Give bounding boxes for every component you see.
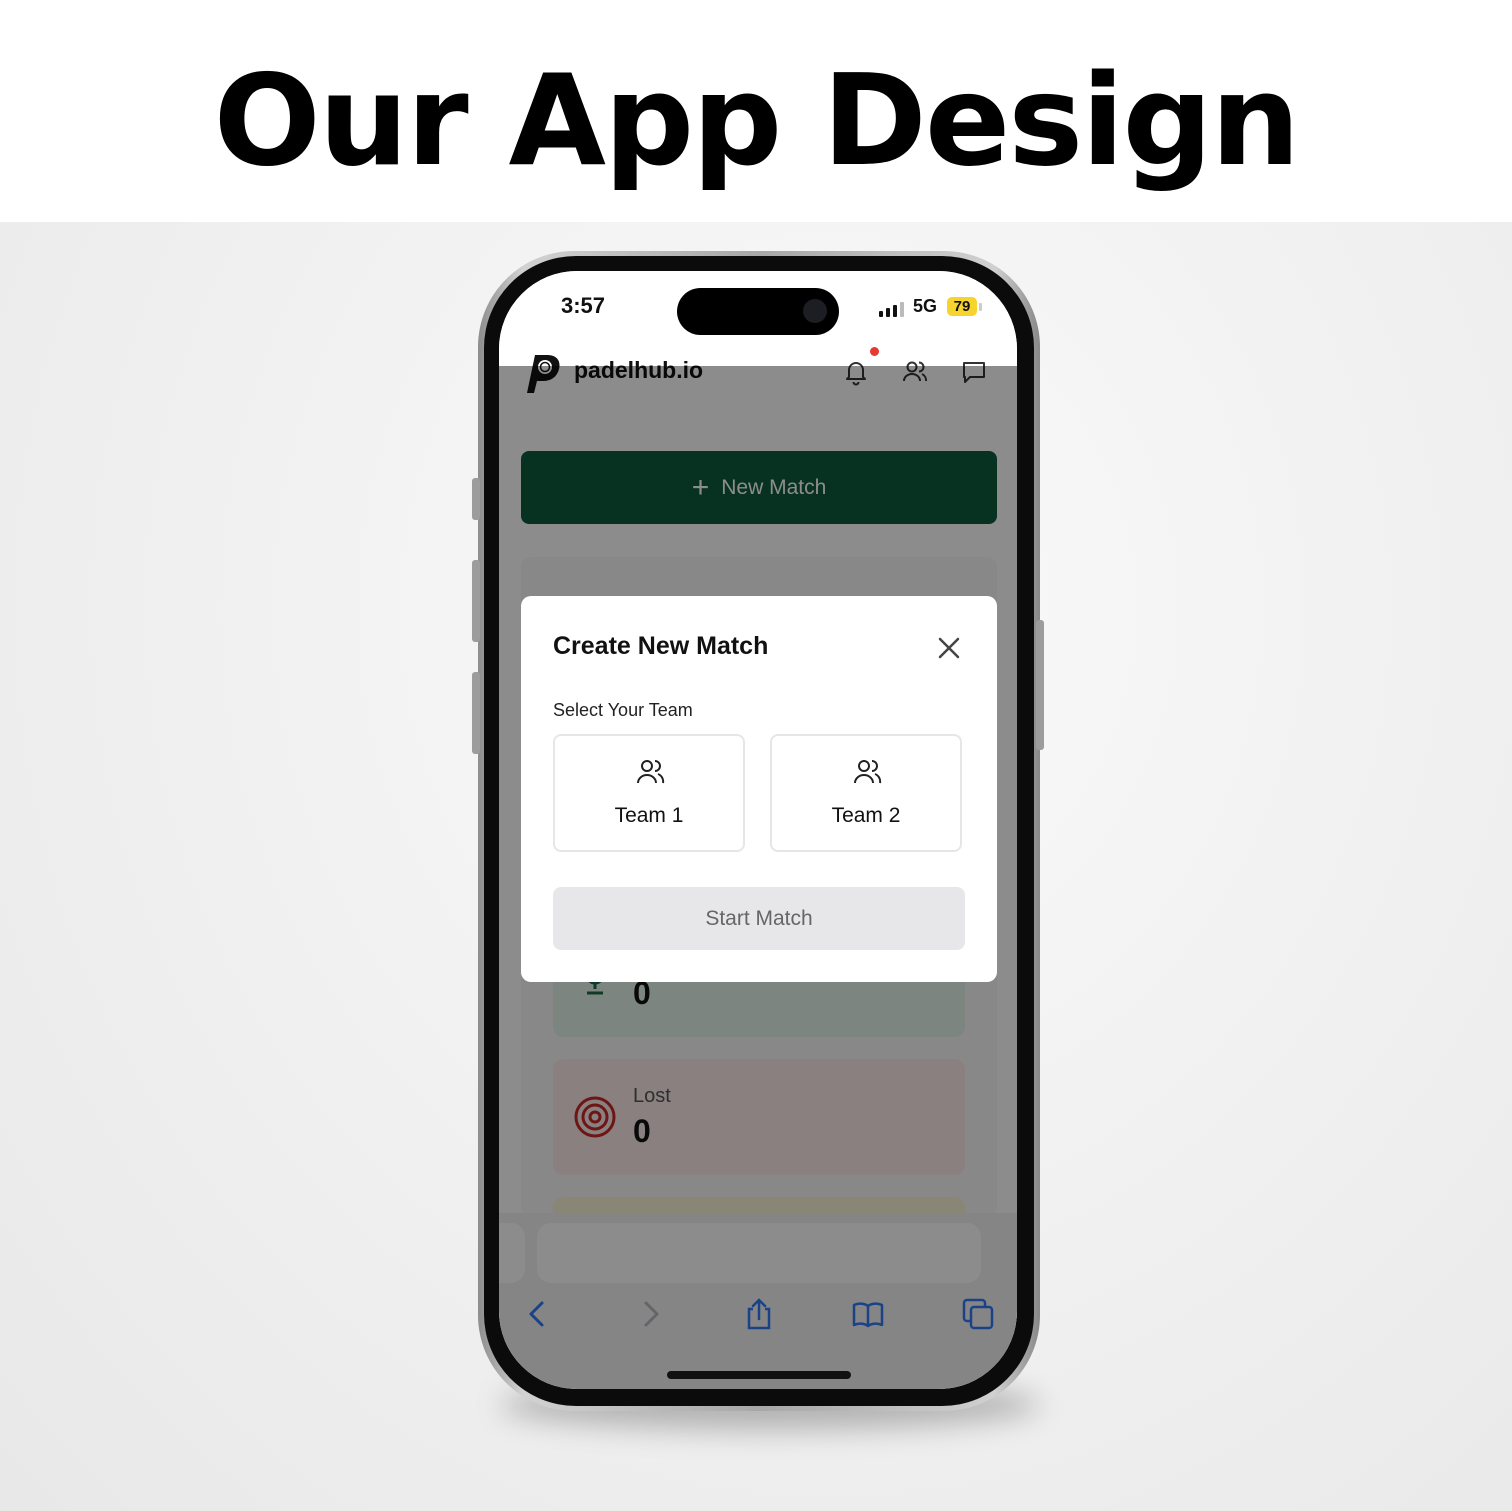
- modal-title: Create New Match: [553, 632, 769, 660]
- close-icon[interactable]: [931, 630, 967, 666]
- battery-tip: [979, 303, 982, 311]
- headline-banner: Our App Design: [0, 0, 1512, 222]
- team-2-option[interactable]: Team 2: [770, 734, 962, 852]
- action-button: [472, 478, 480, 520]
- team-1-option[interactable]: Team 1: [553, 734, 745, 852]
- users-icon: [854, 760, 882, 784]
- phone-screen: 3:57 5G 79 padelhub.io + New Match 0 Los…: [499, 271, 1017, 1389]
- battery-indicator: 79: [947, 297, 977, 316]
- users-icon: [637, 760, 665, 784]
- signal-icon: [879, 302, 904, 317]
- start-match-button[interactable]: Start Match: [553, 887, 965, 950]
- select-team-label: Select Your Team: [553, 700, 693, 720]
- network-type: 5G: [913, 296, 938, 316]
- create-match-modal: Create New Match Select Your Team Team 1…: [521, 596, 997, 982]
- notification-dot: [870, 347, 879, 356]
- dynamic-island: [677, 288, 839, 335]
- status-time: 3:57: [561, 293, 606, 318]
- volume-down-button: [472, 672, 480, 754]
- home-indicator[interactable]: [667, 1371, 851, 1379]
- power-button: [1036, 620, 1044, 750]
- camera-icon: [803, 299, 827, 323]
- headline-title: Our App Design: [213, 47, 1301, 194]
- team-2-label: Team 2: [831, 804, 901, 827]
- volume-up-button: [472, 560, 480, 642]
- team-1-label: Team 1: [614, 804, 684, 827]
